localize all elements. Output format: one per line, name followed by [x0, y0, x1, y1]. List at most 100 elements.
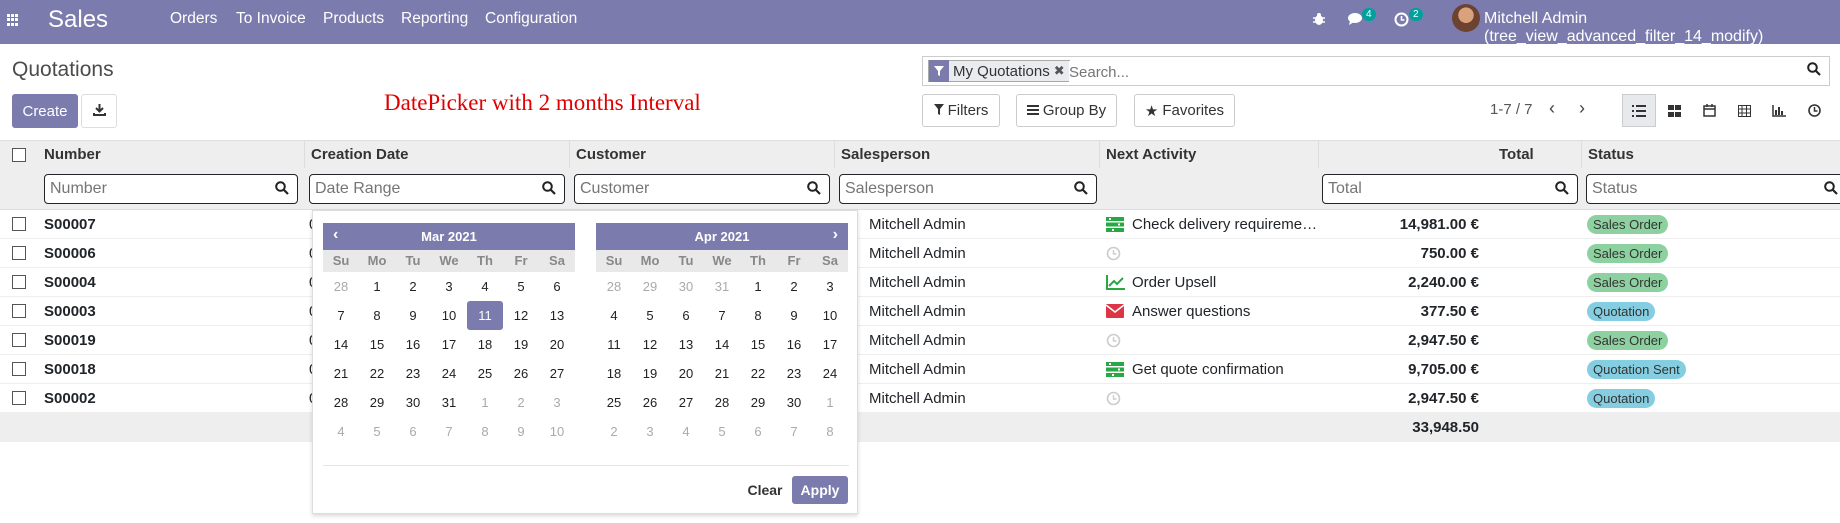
activity-view-icon[interactable]	[1797, 94, 1831, 127]
calendar-day[interactable]: 28	[323, 388, 359, 417]
calendar-day[interactable]: 14	[323, 330, 359, 359]
kanban-view-icon[interactable]	[1657, 94, 1691, 127]
table-row[interactable]: S000040Mitchell AdminOrder Upsell2,240.0…	[0, 268, 1840, 297]
user-avatar[interactable]	[1452, 4, 1480, 32]
clock-icon[interactable]	[1106, 333, 1121, 352]
calendar-day[interactable]: 22	[359, 359, 395, 388]
table-row[interactable]: S000030Mitchell AdminAnswer questions377…	[0, 297, 1840, 326]
calendar-day[interactable]: 2	[596, 417, 632, 446]
calendar-day[interactable]: 18	[467, 330, 503, 359]
calendar-day[interactable]: 7	[704, 301, 740, 330]
calendar-day[interactable]: 27	[668, 388, 704, 417]
calendar-day[interactable]: 22	[740, 359, 776, 388]
calendar-day[interactable]: 12	[632, 330, 668, 359]
header-next-activity[interactable]: Next Activity	[1106, 146, 1196, 163]
calendar-day[interactable]: 11	[596, 330, 632, 359]
number-filter-input[interactable]	[50, 178, 262, 200]
calendar-day[interactable]: 4	[467, 272, 503, 301]
calendar-day[interactable]: 5	[704, 417, 740, 446]
activity-clock-icon[interactable]	[1394, 12, 1409, 31]
clear-button[interactable]: Clear	[741, 476, 789, 504]
total-filter-input[interactable]	[1328, 178, 1542, 200]
clock-icon[interactable]	[1106, 246, 1121, 265]
calendar-day[interactable]: 14	[704, 330, 740, 359]
calendar-day[interactable]: 31	[704, 272, 740, 301]
calendar-day[interactable]: 20	[668, 359, 704, 388]
calendar-day[interactable]: 1	[740, 272, 776, 301]
customer-filter-input[interactable]	[580, 178, 794, 200]
header-customer[interactable]: Customer	[576, 146, 646, 163]
calendar-view-icon[interactable]	[1692, 94, 1726, 127]
calendar-day[interactable]: 16	[395, 330, 431, 359]
calendar-day[interactable]: 3	[812, 272, 848, 301]
status-filter-input[interactable]	[1592, 178, 1805, 200]
calendar-day[interactable]: 4	[668, 417, 704, 446]
calendar-day[interactable]: 5	[632, 301, 668, 330]
user-menu[interactable]: Mitchell Admin (tree_view_advanced_filte…	[1484, 10, 1840, 46]
row-checkbox[interactable]	[12, 333, 26, 347]
calendar-day[interactable]: 24	[812, 359, 848, 388]
calendar-day[interactable]: 9	[395, 301, 431, 330]
header-salesperson[interactable]: Salesperson	[841, 146, 930, 163]
row-checkbox[interactable]	[12, 246, 26, 260]
search-icon[interactable]	[807, 181, 821, 199]
calendar-day[interactable]: 4	[323, 417, 359, 446]
next-month-icon[interactable]: ›	[833, 226, 838, 244]
header-number[interactable]: Number	[44, 146, 101, 163]
chart-line-icon[interactable]	[1106, 275, 1125, 294]
search-icon[interactable]	[1555, 181, 1569, 199]
table-row[interactable]: S000020Mitchell Admin2,947.50 €Quotation	[0, 384, 1840, 413]
group-by-button[interactable]: Group By	[1016, 94, 1117, 127]
search-icon[interactable]	[275, 181, 289, 199]
calendar-day[interactable]: 2	[395, 272, 431, 301]
activity-list-icon[interactable]	[1106, 362, 1124, 381]
activity-list-icon[interactable]	[1106, 217, 1124, 236]
calendar-day[interactable]: 6	[668, 301, 704, 330]
table-row[interactable]: S000060Mitchell Admin750.00 €Sales Order	[0, 239, 1840, 268]
calendar-day[interactable]: 28	[323, 272, 359, 301]
pager-value[interactable]: 1-7 / 7	[1490, 101, 1533, 118]
calendar-day[interactable]: 23	[776, 359, 812, 388]
calendar-day[interactable]: 25	[596, 388, 632, 417]
calendar-day[interactable]: 1	[467, 388, 503, 417]
header-total[interactable]: Total	[1499, 146, 1534, 163]
bug-icon[interactable]	[1312, 12, 1326, 30]
export-button[interactable]	[81, 94, 117, 128]
calendar-day[interactable]: 3	[632, 417, 668, 446]
pager-previous-icon[interactable]: ‹	[1549, 98, 1555, 119]
row-checkbox[interactable]	[12, 391, 26, 405]
calendar-day[interactable]: 8	[812, 417, 848, 446]
calendar-day[interactable]: 17	[431, 330, 467, 359]
calendar-day[interactable]: 3	[431, 272, 467, 301]
calendar-day[interactable]: 23	[395, 359, 431, 388]
date-range-input[interactable]	[315, 178, 529, 200]
calendar-day[interactable]: 6	[740, 417, 776, 446]
facet-remove-icon[interactable]: ✖	[1054, 63, 1069, 79]
calendar-day[interactable]: 24	[431, 359, 467, 388]
calendar-day[interactable]: 30	[668, 272, 704, 301]
salesperson-filter-input[interactable]	[845, 178, 1061, 200]
calendar-day[interactable]: 19	[632, 359, 668, 388]
calendar-day[interactable]: 15	[740, 330, 776, 359]
calendar-day[interactable]: 30	[776, 388, 812, 417]
calendar-day[interactable]: 28	[596, 272, 632, 301]
calendar-day[interactable]: 30	[395, 388, 431, 417]
menu-to-invoice[interactable]: To Invoice	[236, 10, 306, 28]
search-icon[interactable]	[1074, 181, 1088, 199]
calendar-day[interactable]: 17	[812, 330, 848, 359]
calendar-day[interactable]: 13	[668, 330, 704, 359]
calendar-day[interactable]: 16	[776, 330, 812, 359]
calendar-day[interactable]: 8	[359, 301, 395, 330]
row-checkbox[interactable]	[12, 362, 26, 376]
calendar-day[interactable]: 20	[539, 330, 575, 359]
calendar-day[interactable]: 9	[503, 417, 539, 446]
calendar-day[interactable]: 7	[431, 417, 467, 446]
pivot-view-icon[interactable]	[1727, 94, 1761, 127]
calendar-day[interactable]: 29	[632, 272, 668, 301]
search-icon[interactable]	[542, 181, 556, 199]
calendar-day[interactable]: 10	[812, 301, 848, 330]
menu-products[interactable]: Products	[323, 10, 384, 28]
header-status[interactable]: Status	[1588, 146, 1634, 163]
favorites-button[interactable]: ★ Favorites	[1134, 94, 1235, 127]
calendar-day[interactable]: 6	[395, 417, 431, 446]
